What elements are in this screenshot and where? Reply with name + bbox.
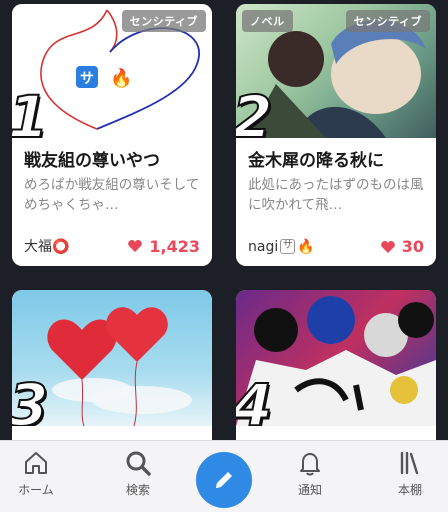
tab-bookshelf-label: 本棚 <box>397 483 422 497</box>
work-card-1[interactable]: サ 🔥 センシティブ 1 戦友組の尊いやつ めろぱか戦友組の尊いそしてめちゃくち… <box>12 4 212 266</box>
work-card-4[interactable]: 4 <box>236 290 436 450</box>
svg-text:🔥: 🔥 <box>110 67 132 89</box>
tab-home-label: ホーム <box>18 483 54 497</box>
search-icon <box>126 451 151 476</box>
tab-search-label: 検索 <box>125 483 150 497</box>
tab-home[interactable]: ホーム <box>0 449 76 498</box>
like-count-value: 30 <box>401 237 424 256</box>
card-thumbnail: ノベル センシティブ 2 <box>236 4 436 138</box>
card-title: 戦友組の尊いやつ <box>24 151 160 171</box>
category-badge: ノベル <box>242 10 293 32</box>
rank-number: 3 <box>12 371 49 426</box>
work-card-3[interactable]: 3 <box>12 290 212 450</box>
card-description: 此処にあったはずのものは風に吹かれて飛… <box>248 177 424 213</box>
rank-number: 1 <box>12 83 49 138</box>
work-grid: サ 🔥 センシティブ 1 戦友組の尊いやつ めろぱか戦友組の尊いそしてめちゃくち… <box>0 0 448 450</box>
bookshelf-icon <box>400 451 419 475</box>
like-count: 30 <box>380 237 424 256</box>
card-thumbnail: 3 <box>12 290 212 426</box>
rank-number: 4 <box>236 371 273 426</box>
tab-bookshelf[interactable]: 本棚 <box>370 449 448 498</box>
sa-badge-icon: サ <box>280 239 296 254</box>
tab-notifications[interactable]: 通知 <box>270 449 350 498</box>
heart-icon <box>128 240 143 252</box>
sensitive-badge: センシティブ <box>121 10 206 32</box>
heart-icon <box>380 240 395 253</box>
card-thumbnail: 4 <box>236 290 436 426</box>
compose-button[interactable] <box>196 452 252 508</box>
author-name-text: nagi <box>248 238 279 255</box>
card-description: めろぱか戦友組の尊いそしてめちゃくちゃ… <box>24 177 200 213</box>
rank-number: 2 <box>236 83 273 138</box>
author-name[interactable]: 大福⭕ <box>24 236 69 256</box>
pencil-icon <box>216 472 232 488</box>
card-title: 金木犀の降る秋に <box>248 151 384 171</box>
work-card-2[interactable]: ノベル センシティブ 2 金木犀の降る秋に 此処にあったはずのものは風に吹かれて… <box>236 4 436 266</box>
svg-text:サ: サ <box>80 71 94 87</box>
tab-search[interactable]: 検索 <box>98 449 178 498</box>
like-count-value: 1,423 <box>149 236 200 256</box>
tab-notifications-label: 通知 <box>297 483 322 497</box>
bell-icon <box>300 453 320 476</box>
home-icon <box>25 452 47 474</box>
card-thumbnail: サ 🔥 センシティブ 1 <box>12 4 212 138</box>
card-meta: 大福⭕ 1,423 <box>24 236 200 256</box>
card-meta: nagi サ 🔥 30 <box>248 237 424 256</box>
sensitive-badge: センシティブ <box>345 10 430 32</box>
author-name[interactable]: nagi サ 🔥 <box>248 239 315 255</box>
like-count: 1,423 <box>127 237 200 256</box>
fire-icon: 🔥 <box>297 238 315 255</box>
